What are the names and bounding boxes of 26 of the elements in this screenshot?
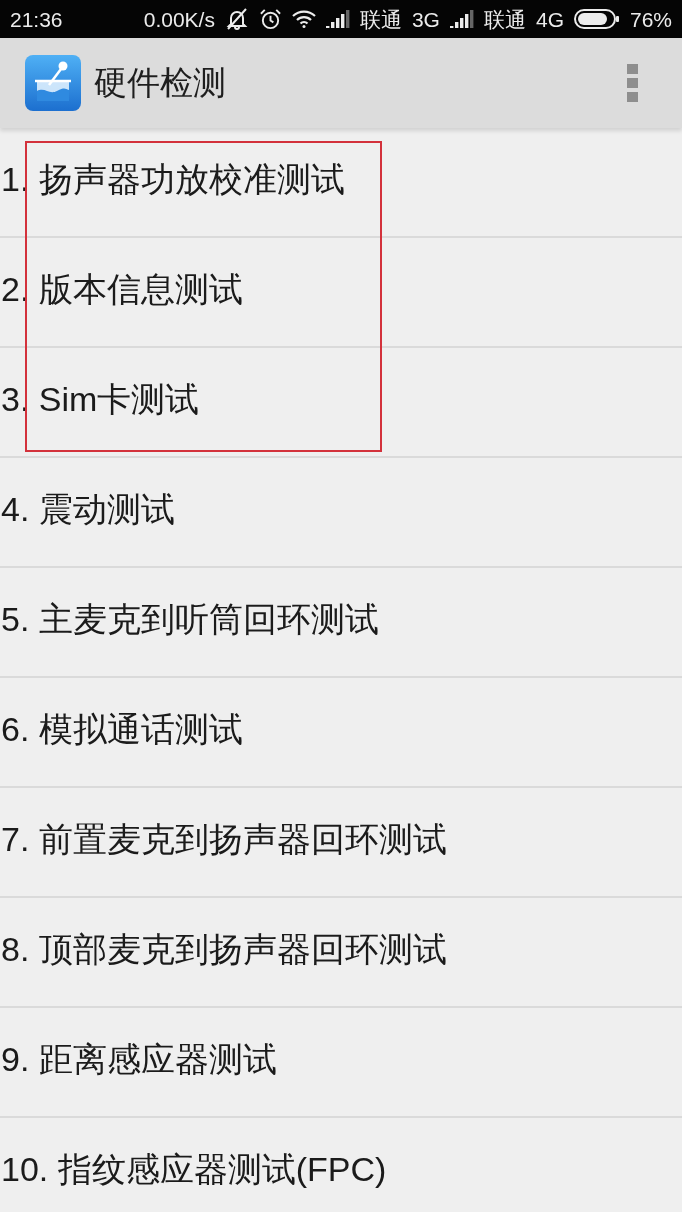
wifi-icon <box>291 10 316 28</box>
app-icon <box>25 55 81 111</box>
app-title: 硬件检测 <box>94 62 227 103</box>
test-list-item[interactable]: 4. 震动测试 <box>0 458 682 568</box>
test-list-item[interactable]: 6. 模拟通话测试 <box>0 678 682 788</box>
test-list-item[interactable]: 7. 前置麦克到扬声器回环测试 <box>0 788 682 898</box>
test-list-item[interactable]: 8. 顶部麦克到扬声器回环测试 <box>0 898 682 1008</box>
network-type: 3G <box>411 8 440 30</box>
test-list-item[interactable]: 1. 扬声器功放校准测试 <box>0 128 682 238</box>
network-type: 4G <box>535 8 564 30</box>
test-list-item[interactable]: 5. 主麦克到听筒回环测试 <box>0 568 682 678</box>
carrier-name: 联通 <box>483 8 526 30</box>
alarm-clock-icon <box>258 7 282 31</box>
test-list-item[interactable]: 9. 距离感应器测试 <box>0 1008 682 1118</box>
signal-icon <box>325 10 350 28</box>
network-speed: 0.00K/s <box>143 8 215 30</box>
test-list-item[interactable]: 2. 版本信息测试 <box>0 238 682 348</box>
battery-icon <box>573 9 620 29</box>
test-list-item[interactable]: 3. Sim卡测试 <box>0 348 682 458</box>
clock-time: 21:36 <box>10 8 63 30</box>
signal-icon <box>449 10 474 28</box>
carrier-name: 联通 <box>359 8 402 30</box>
more-menu-icon[interactable] <box>627 64 638 102</box>
test-list-item[interactable]: 10. 指纹感应器测试(FPC) <box>0 1118 682 1212</box>
battery-percent: 76% <box>629 8 672 30</box>
mute-bell-icon <box>224 7 249 31</box>
